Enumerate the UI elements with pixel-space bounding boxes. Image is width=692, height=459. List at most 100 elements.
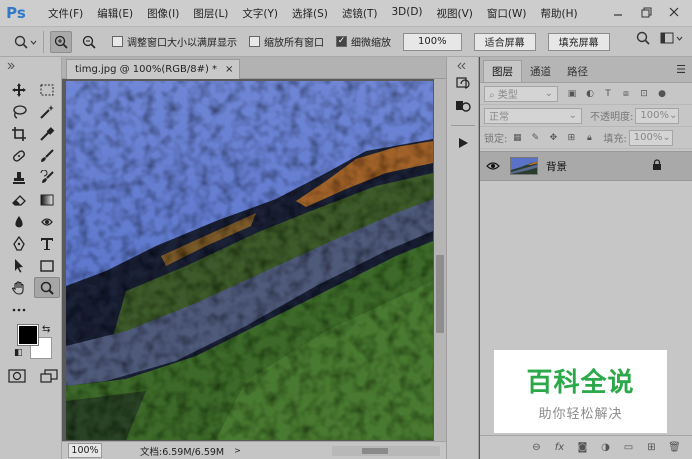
menu-select[interactable]: 选择(S) (285, 6, 335, 21)
eyedropper-tool-icon[interactable] (34, 123, 60, 144)
magic-wand-tool-icon[interactable] (34, 101, 60, 122)
layer-name[interactable]: 背景 (546, 159, 567, 174)
filter-toggle-icon[interactable]: ● (656, 88, 668, 100)
add-mask-icon[interactable]: ◙ (575, 441, 590, 455)
minimize-icon[interactable] (604, 2, 632, 22)
path-selection-tool-icon[interactable] (6, 255, 32, 276)
image-canvas[interactable] (66, 81, 433, 440)
screen-mode-icon[interactable] (40, 369, 58, 383)
menu-view[interactable]: 视图(V) (430, 6, 480, 21)
zoom-out-button[interactable] (78, 31, 100, 53)
lock-transparent-icon[interactable]: ▦ (511, 132, 523, 144)
workspace-switcher-icon[interactable] (660, 31, 684, 45)
color-swatches: ⇆ ◧ (14, 319, 54, 359)
link-layers-icon[interactable]: ⊖ (529, 441, 544, 455)
menu-help[interactable]: 帮助(H) (534, 6, 585, 21)
clone-stamp-tool-icon[interactable] (6, 167, 32, 188)
zoom-in-button[interactable] (50, 30, 72, 53)
rectangle-tool-icon[interactable] (34, 255, 60, 276)
delete-layer-icon[interactable]: 🗑︎ (667, 441, 682, 455)
vertical-scrollbar[interactable] (434, 79, 446, 442)
adjustment-layer-icon[interactable]: ◑ (598, 441, 613, 455)
layer-filter-select[interactable]: ⌕ 类型 ⌄ (484, 85, 558, 102)
panel-grip-icon[interactable] (6, 61, 56, 69)
canvas-area[interactable] (62, 79, 446, 442)
status-zoom-field[interactable]: 100% (68, 443, 102, 458)
close-document-icon[interactable]: × (225, 64, 233, 75)
pen-tool-icon[interactable] (6, 233, 32, 254)
menu-3d[interactable]: 3D(D) (384, 6, 429, 21)
lasso-tool-icon[interactable] (6, 101, 32, 122)
resize-windows-checkbox[interactable]: 调整窗口大小以满屏显示 (112, 34, 237, 49)
restore-icon[interactable] (632, 2, 660, 22)
move-tool-icon[interactable] (6, 79, 32, 100)
zoom-tool-icon[interactable] (34, 277, 60, 298)
layer-style-icon[interactable]: fx (552, 441, 567, 455)
properties-panel-icon[interactable] (453, 97, 473, 115)
horizontal-scrollbar-thumb[interactable] (362, 448, 388, 454)
dodge-tool-icon[interactable] (34, 211, 60, 232)
lock-position-icon[interactable]: ✥ (547, 132, 559, 144)
type-filter-icon[interactable]: T (602, 88, 614, 100)
search-icon[interactable] (636, 31, 650, 45)
zoom-100-button[interactable]: 100% (403, 32, 462, 51)
hand-tool-icon[interactable] (6, 277, 32, 298)
menu-edit[interactable]: 编辑(E) (90, 6, 140, 21)
quick-mask-icon[interactable] (8, 369, 26, 383)
new-layer-icon[interactable]: ⊞ (644, 441, 659, 455)
fit-screen-button[interactable]: 适合屏幕 (473, 32, 536, 51)
status-menu-arrow[interactable]: > (234, 446, 241, 455)
default-colors-icon[interactable]: ◧ (14, 348, 23, 358)
adjustment-filter-icon[interactable]: ◐ (584, 88, 596, 100)
resize-windows-checkbox-box[interactable] (112, 36, 123, 47)
window-controls (604, 2, 688, 22)
more-tools-icon[interactable] (6, 299, 32, 320)
lock-artboard-icon[interactable]: ⊞ (565, 132, 577, 144)
scrubby-zoom-checkbox-box[interactable]: ✓ (336, 36, 347, 47)
blend-mode-select[interactable]: 正常 ⌄ (484, 107, 582, 124)
vertical-scrollbar-thumb[interactable] (436, 255, 444, 333)
dock-collapse-icon[interactable] (453, 61, 473, 69)
fill-screen-button[interactable]: 填充屏幕 (547, 32, 610, 51)
tab-paths[interactable]: 路径 (559, 60, 596, 82)
tab-channels[interactable]: 通道 (522, 60, 559, 82)
opacity-field[interactable]: 100% ⌄ (635, 107, 680, 124)
healing-brush-tool-icon[interactable] (6, 145, 32, 166)
horizontal-scrollbar[interactable] (332, 446, 440, 456)
document-tab[interactable]: timg.jpg @ 100%(RGB/8#) * × (66, 59, 241, 79)
pixel-filter-icon[interactable]: ▣ (566, 88, 578, 100)
blur-tool-icon[interactable] (6, 211, 32, 232)
menu-filter[interactable]: 滤镜(T) (335, 6, 385, 21)
zoom-all-windows-checkbox-box[interactable] (249, 36, 260, 47)
brush-tool-icon[interactable] (34, 145, 60, 166)
eye-icon[interactable] (480, 161, 506, 171)
history-panel-icon[interactable] (453, 75, 473, 93)
fill-field[interactable]: 100% ⌄ (628, 129, 673, 146)
swap-colors-icon[interactable]: ⇆ (42, 324, 50, 335)
foreground-color-swatch[interactable] (17, 324, 39, 346)
eraser-tool-icon[interactable] (6, 189, 32, 210)
scrubby-zoom-checkbox[interactable]: ✓ 细微缩放 (336, 34, 391, 49)
menu-type[interactable]: 文字(Y) (235, 6, 285, 21)
crop-tool-icon[interactable] (6, 123, 32, 144)
gradient-tool-icon[interactable] (34, 189, 60, 210)
tool-preset-picker[interactable] (8, 30, 44, 53)
new-group-icon[interactable]: ▭ (621, 441, 636, 455)
actions-play-icon[interactable] (453, 134, 473, 152)
menu-file[interactable]: 文件(F) (41, 6, 90, 21)
layer-row[interactable]: 背景 (480, 151, 692, 181)
panel-menu-icon[interactable]: ☰ (676, 63, 686, 76)
tab-layers[interactable]: 图层 (483, 60, 522, 82)
shape-filter-icon[interactable]: ⧈ (620, 88, 632, 100)
menu-window[interactable]: 窗口(W) (480, 6, 534, 21)
history-brush-tool-icon[interactable] (34, 167, 60, 188)
lock-paint-icon[interactable]: ✎ (529, 132, 541, 144)
menu-layer[interactable]: 图层(L) (186, 6, 235, 21)
lock-all-icon[interactable]: 🔒︎ (583, 132, 595, 144)
close-icon[interactable] (660, 2, 688, 22)
menu-image[interactable]: 图像(I) (140, 6, 186, 21)
marquee-tool-icon[interactable] (34, 79, 60, 100)
smart-object-filter-icon[interactable]: ⊡ (638, 88, 650, 100)
type-tool-icon[interactable] (34, 233, 60, 254)
zoom-all-windows-checkbox[interactable]: 缩放所有窗口 (249, 34, 324, 49)
